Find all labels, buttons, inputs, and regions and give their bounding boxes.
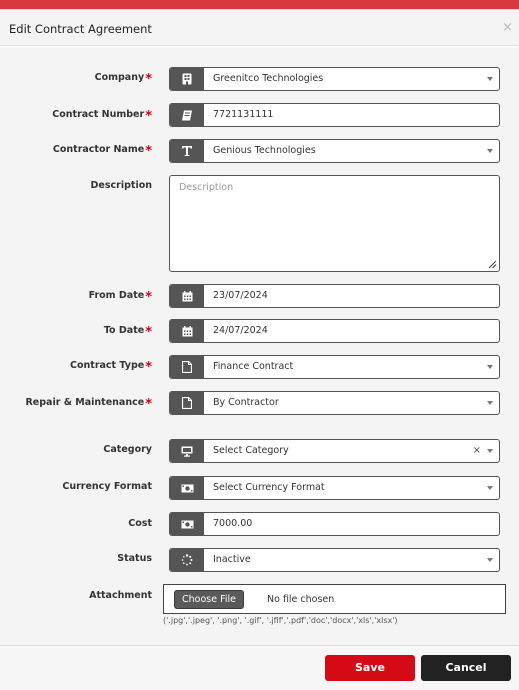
contractor-name-label: Contractor Name* [52, 144, 152, 159]
status-select[interactable]: Inactive [169, 548, 500, 572]
close-icon[interactable]: × [502, 20, 513, 35]
required-mark: * [145, 397, 152, 412]
contract-number-label: Contract Number* [52, 109, 152, 124]
currency-format-label: Currency Format [62, 481, 152, 492]
repair-maintenance-value: By Contractor [213, 397, 279, 408]
spinner-icon [170, 549, 204, 571]
company-value: Greenitco Technologies [213, 73, 324, 84]
chevron-down-icon[interactable] [487, 401, 493, 405]
contractor-name-select[interactable]: Genious Technologies [169, 139, 500, 163]
text-icon [170, 140, 204, 162]
chevron-down-icon[interactable] [487, 486, 493, 490]
to-date-label: To Date* [103, 325, 152, 340]
currency-format-select[interactable]: Select Currency Format [169, 476, 500, 500]
chevron-down-icon[interactable] [487, 449, 493, 453]
required-mark: * [145, 290, 152, 305]
calendar-icon [170, 285, 204, 307]
contract-number-value: 7721131111 [213, 109, 274, 120]
category-label: Category [103, 444, 152, 455]
modal-header: Edit Contract Agreement × [0, 10, 519, 46]
currency-format-value: Select Currency Format [213, 482, 325, 493]
category-value: Select Category [213, 445, 289, 456]
status-label: Status [117, 553, 152, 564]
attachment-hint: ('.jpg','.jpeg', '.png', '.gif', '.jfif'… [163, 616, 398, 625]
required-mark: * [145, 325, 152, 340]
from-date-label: From Date* [88, 290, 152, 305]
file-icon [170, 356, 204, 378]
chevron-down-icon[interactable] [487, 365, 493, 369]
resize-handle-icon[interactable] [487, 259, 497, 269]
contract-number-input[interactable]: 7721131111 [169, 103, 500, 127]
chevron-down-icon[interactable] [487, 558, 493, 562]
attachment-label: Attachment [89, 590, 152, 601]
description-label: Description [90, 180, 152, 191]
contract-type-value: Finance Contract [213, 361, 294, 372]
cost-value: 7000.00 [213, 518, 253, 529]
chevron-down-icon[interactable] [487, 77, 493, 81]
choose-file-button[interactable]: Choose File [174, 590, 244, 609]
required-mark: * [145, 360, 152, 375]
book-icon [170, 104, 204, 126]
from-date-input[interactable]: 23/07/2024 [169, 284, 500, 308]
required-mark: * [145, 72, 152, 87]
repair-maintenance-label: Repair & Maintenance* [25, 397, 152, 412]
to-date-input[interactable]: 24/07/2024 [169, 319, 500, 343]
required-mark: * [145, 144, 152, 159]
contractor-name-value: Genious Technologies [213, 145, 316, 156]
save-button[interactable]: Save [325, 655, 415, 681]
cost-label: Cost [128, 518, 152, 529]
description-textarea[interactable]: Description [169, 175, 500, 272]
clear-icon[interactable]: × [473, 440, 481, 462]
modal-title: Edit Contract Agreement [9, 22, 152, 36]
file-icon [170, 392, 204, 414]
file-status: No file chosen [267, 594, 335, 605]
from-date-value: 23/07/2024 [213, 290, 268, 301]
chevron-down-icon[interactable] [487, 149, 493, 153]
top-accent-bar [0, 0, 519, 9]
cost-input[interactable]: 7000.00 [169, 512, 500, 536]
money-icon [170, 513, 204, 535]
company-label: Company* [94, 72, 152, 87]
category-select[interactable]: Select Category × [169, 439, 500, 463]
company-select[interactable]: Greenitco Technologies [169, 67, 500, 91]
contract-type-label: Contract Type* [70, 360, 152, 375]
monitor-icon [170, 440, 204, 462]
contract-type-select[interactable]: Finance Contract [169, 355, 500, 379]
calendar-icon [170, 320, 204, 342]
description-placeholder: Description [179, 182, 234, 193]
building-icon [170, 68, 204, 90]
repair-maintenance-select[interactable]: By Contractor [169, 391, 500, 415]
required-mark: * [145, 109, 152, 124]
money-icon [170, 477, 204, 499]
to-date-value: 24/07/2024 [213, 325, 268, 336]
status-value: Inactive [213, 554, 251, 565]
attachment-file-input[interactable]: Choose File No file chosen [163, 584, 506, 614]
cancel-button[interactable]: Cancel [421, 655, 511, 681]
